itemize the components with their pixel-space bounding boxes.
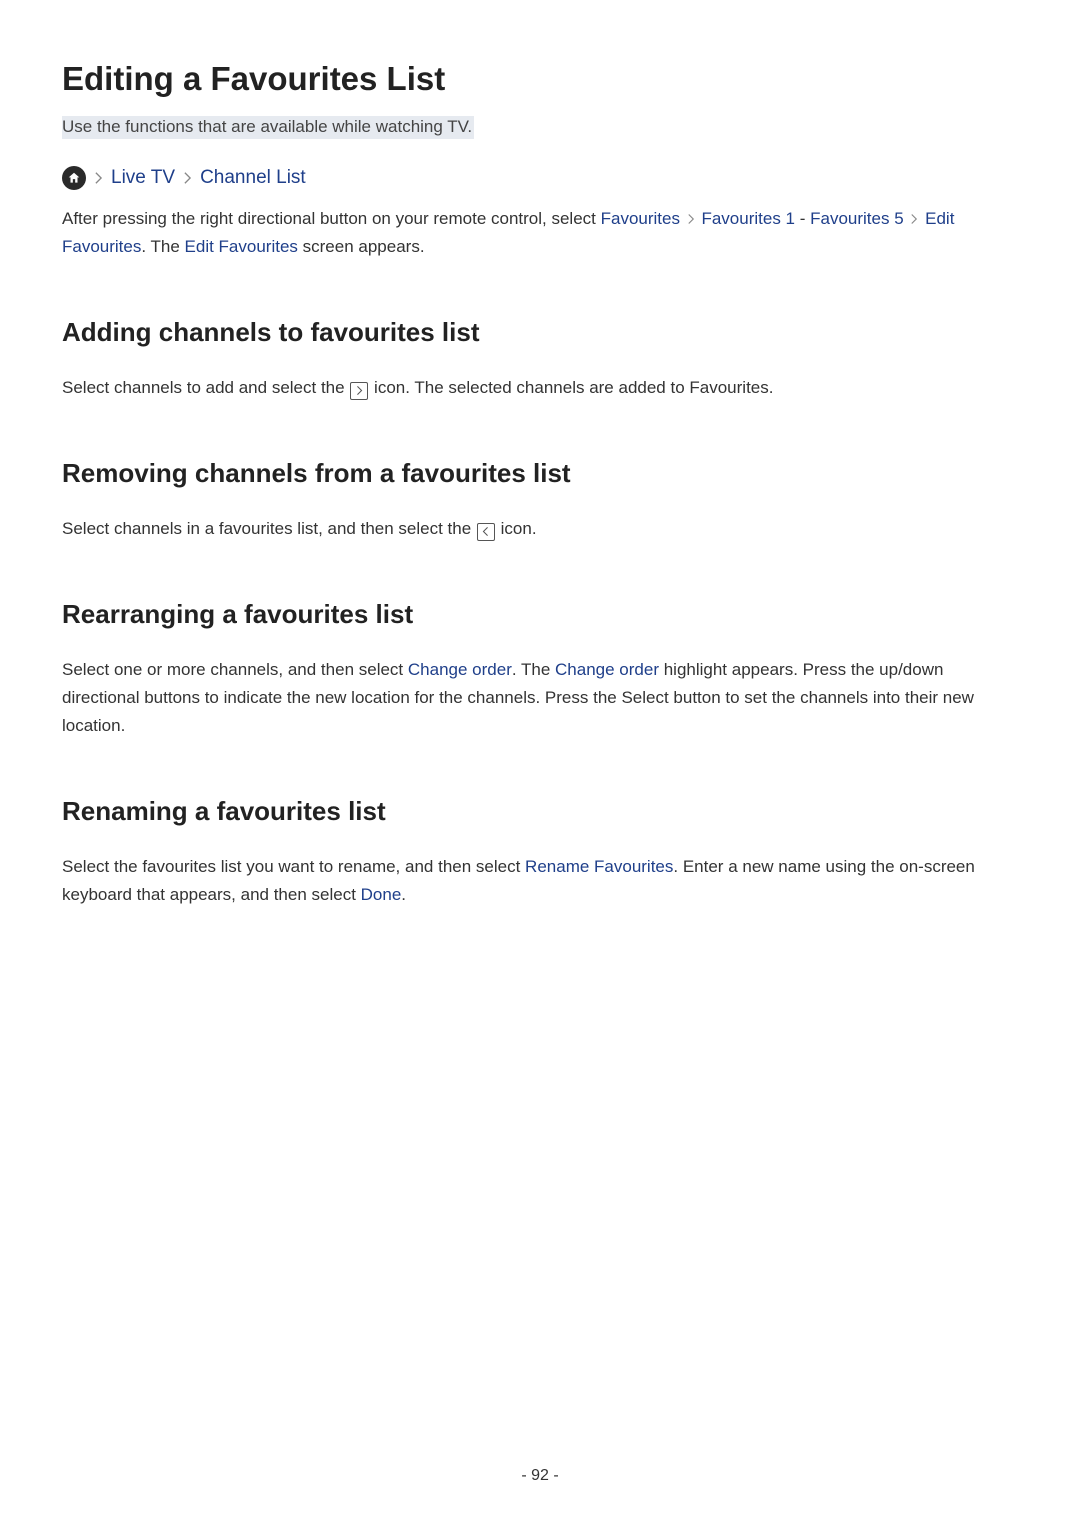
removing-text-1: Select channels in a favourites list, an… <box>62 519 476 538</box>
page-subtitle: Use the functions that are available whi… <box>62 116 474 139</box>
dash: - <box>795 209 810 228</box>
breadcrumb: Live TV Channel List <box>62 165 1018 191</box>
chevron-right-icon <box>183 171 192 185</box>
breadcrumb-live-tv: Live TV <box>111 167 175 189</box>
chevron-right-icon <box>910 213 918 225</box>
page-title: Editing a Favourites List <box>62 60 1018 98</box>
right-arrow-box-icon <box>350 382 368 400</box>
intro-text-1: After pressing the right directional but… <box>62 209 601 228</box>
favourites-1-label: Favourites 1 <box>701 209 795 228</box>
chevron-right-icon <box>687 213 695 225</box>
page-number: - 92 - <box>0 1467 1080 1485</box>
renaming-text-3: . <box>401 885 406 904</box>
section-heading-rearranging: Rearranging a favourites list <box>62 599 1018 630</box>
intro-after: screen appears. <box>298 237 425 256</box>
favourites-label: Favourites <box>601 209 680 228</box>
section-removing: Removing channels from a favourites list… <box>62 458 1018 543</box>
section-renaming: Renaming a favourites list Select the fa… <box>62 796 1018 909</box>
section-heading-adding: Adding channels to favourites list <box>62 317 1018 348</box>
section-adding: Adding channels to favourites list Selec… <box>62 317 1018 402</box>
intro-paragraph: After pressing the right directional but… <box>62 205 1018 261</box>
renaming-paragraph: Select the favourites list you want to r… <box>62 853 1018 909</box>
rearranging-text-1: Select one or more channels, and then se… <box>62 660 408 679</box>
chevron-right-icon <box>94 171 103 185</box>
adding-paragraph: Select channels to add and select the ic… <box>62 374 1018 402</box>
rearranging-paragraph: Select one or more channels, and then se… <box>62 656 1018 740</box>
rearranging-text-2: . The <box>512 660 555 679</box>
section-heading-renaming: Renaming a favourites list <box>62 796 1018 827</box>
section-rearranging: Rearranging a favourites list Select one… <box>62 599 1018 740</box>
home-icon <box>62 166 86 190</box>
section-heading-removing: Removing channels from a favourites list <box>62 458 1018 489</box>
intro-the: . The <box>141 237 184 256</box>
change-order-label: Change order <box>408 660 512 679</box>
renaming-text-1: Select the favourites list you want to r… <box>62 857 525 876</box>
adding-text-2: icon. The selected channels are added to… <box>369 378 773 397</box>
page-subtitle-wrap: Use the functions that are available whi… <box>62 116 1018 165</box>
favourites-5-label: Favourites 5 <box>810 209 904 228</box>
rename-favourites-label: Rename Favourites <box>525 857 673 876</box>
adding-text-1: Select channels to add and select the <box>62 378 349 397</box>
done-label: Done <box>361 885 402 904</box>
left-arrow-box-icon <box>477 523 495 541</box>
breadcrumb-channel-list: Channel List <box>200 167 306 189</box>
removing-paragraph: Select channels in a favourites list, an… <box>62 515 1018 543</box>
removing-text-2: icon. <box>496 519 537 538</box>
page-content: Editing a Favourites List Use the functi… <box>0 0 1080 955</box>
edit-favourites-label-2: Edit Favourites <box>185 237 298 256</box>
change-order-label-2: Change order <box>555 660 659 679</box>
